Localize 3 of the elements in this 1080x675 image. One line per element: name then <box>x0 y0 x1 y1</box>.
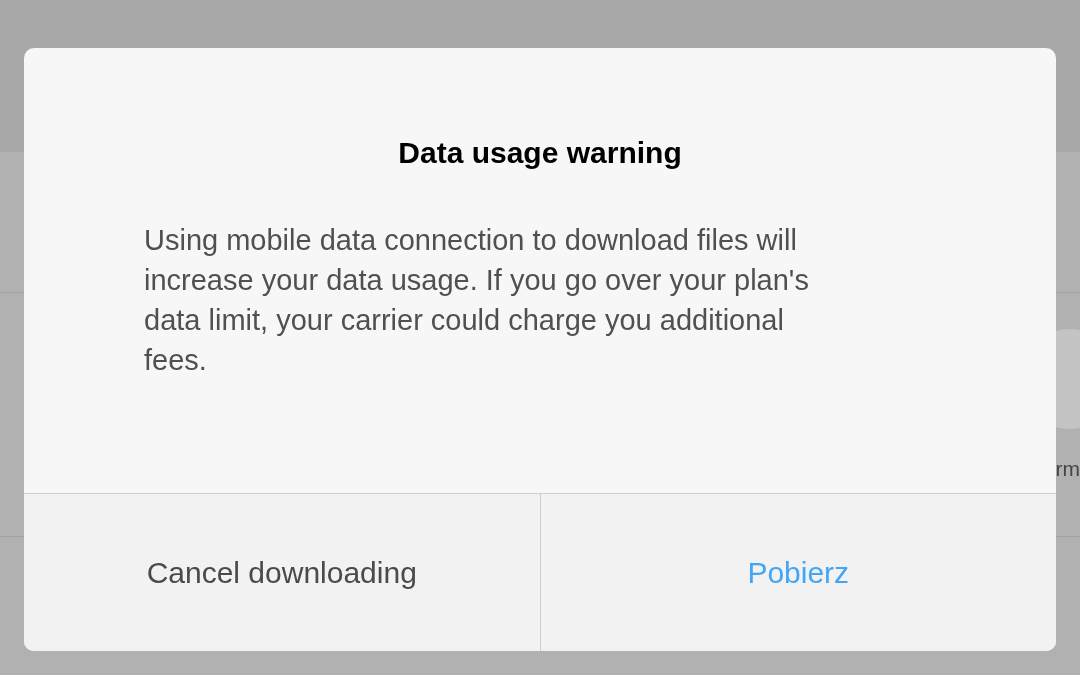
dialog-title: Data usage warning <box>397 136 683 170</box>
dialog-message: Using mobile data connection to download files will increase your data usage. If you go over your plan's data limit, your carrier could charge you additional fees. <box>144 223 810 378</box>
item-label: rm <box>1055 457 1080 481</box>
